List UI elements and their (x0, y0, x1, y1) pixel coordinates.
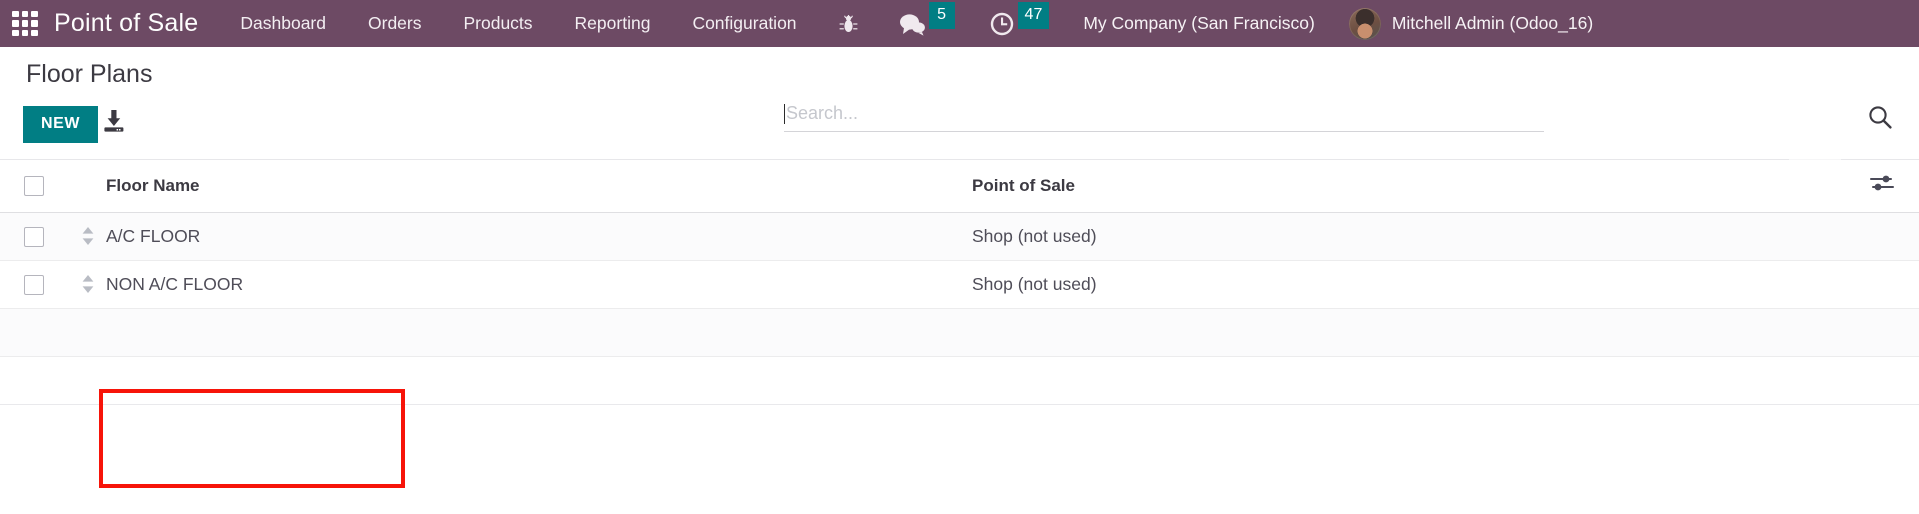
select-all-checkbox[interactable] (24, 176, 44, 196)
nav-item-dashboard[interactable]: Dashboard (240, 13, 326, 34)
search-placeholder: Search... (786, 103, 859, 123)
messages-button[interactable]: 5 (898, 2, 955, 37)
bug-icon[interactable] (839, 14, 858, 34)
page-title: Floor Plans (26, 60, 153, 88)
row-checkbox[interactable] (24, 226, 44, 247)
table-header-row: Floor Name Point of Sale (0, 160, 1919, 213)
drag-handle-icon[interactable] (80, 226, 96, 246)
floor-plans-table: Floor Name Point of Sale A/C FLOOR Shop … (0, 160, 1919, 405)
filler-cell (1796, 308, 1919, 357)
company-switcher[interactable]: My Company (San Francisco) (1083, 13, 1314, 34)
filler-cell (66, 308, 946, 357)
nav-item-reporting[interactable]: Reporting (575, 13, 651, 34)
table-filler-row (0, 308, 1919, 357)
floor-name-value: A/C FLOOR (106, 225, 201, 246)
list-view: Floor Name Point of Sale A/C FLOOR Shop … (0, 160, 1919, 488)
table-row[interactable]: A/C FLOOR Shop (not used) (0, 212, 1919, 261)
select-all-checkbox-cell (0, 160, 66, 213)
import-download-icon[interactable] (101, 109, 127, 138)
filler-cell (946, 356, 1796, 405)
table-filler-row (0, 356, 1919, 405)
filler-cell (0, 356, 66, 405)
activities-button[interactable]: 47 (989, 2, 1050, 37)
cell-row-end (1796, 212, 1919, 261)
new-button[interactable]: NEW (23, 106, 99, 143)
user-name-label: Mitchell Admin (Odoo_16) (1391, 13, 1594, 33)
cell-point-of-sale[interactable]: Shop (not used) (946, 212, 1796, 261)
messages-count-badge: 5 (928, 2, 955, 29)
activities-count-badge: 47 (1017, 2, 1050, 29)
cell-point-of-sale[interactable]: Shop (not used) (946, 260, 1796, 309)
search-input[interactable]: Search... (784, 103, 1544, 132)
nav-item-orders[interactable]: Orders (368, 13, 421, 34)
optional-columns-cell (1796, 160, 1919, 213)
top-navbar: Point of Sale Dashboard Orders Products … (0, 0, 1919, 47)
user-menu[interactable]: Mitchell Admin (Odoo_16) (1348, 7, 1594, 40)
control-panel: Floor Plans NEW Search... (0, 47, 1919, 197)
column-header-floor-name[interactable]: Floor Name (66, 160, 946, 213)
clock-icon (989, 11, 1015, 37)
apps-grid-icon[interactable] (12, 10, 38, 37)
column-options-icon[interactable] (1869, 174, 1895, 197)
filler-cell (0, 308, 66, 357)
nav-item-products[interactable]: Products (463, 13, 532, 34)
floor-name-value: NON A/C FLOOR (106, 273, 244, 294)
filler-cell (66, 356, 946, 405)
cell-floor-name[interactable]: NON A/C FLOOR (66, 260, 946, 309)
app-brand-title[interactable]: Point of Sale (54, 9, 198, 38)
column-header-point-of-sale[interactable]: Point of Sale (946, 160, 1796, 213)
table-row[interactable]: NON A/C FLOOR Shop (not used) (0, 260, 1919, 309)
nav-item-configuration[interactable]: Configuration (692, 13, 796, 34)
drag-handle-icon[interactable] (80, 274, 96, 294)
row-checkbox-cell (0, 212, 66, 261)
filler-cell (1796, 356, 1919, 405)
chat-bubble-icon (898, 12, 926, 36)
row-checkbox-cell (0, 260, 66, 309)
avatar (1348, 7, 1381, 40)
search-icon[interactable] (1867, 104, 1893, 135)
filler-cell (946, 308, 1796, 357)
row-checkbox[interactable] (24, 274, 44, 295)
text-caret (784, 103, 785, 124)
cell-row-end (1796, 260, 1919, 309)
cell-floor-name[interactable]: A/C FLOOR (66, 212, 946, 261)
